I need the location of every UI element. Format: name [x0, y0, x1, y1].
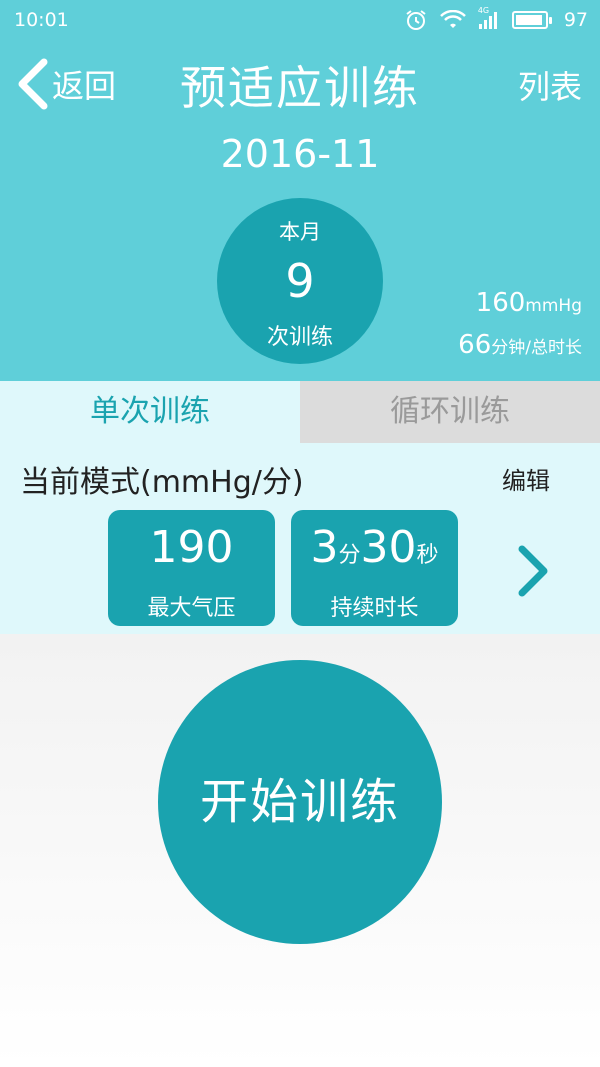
stats-panel: 160mmHg 66分钟/总时长: [458, 288, 582, 372]
pressure-unit: mmHg: [525, 296, 582, 316]
duration-card: 3分30秒 持续时长: [291, 510, 458, 626]
tab-single-training[interactable]: 单次训练: [0, 381, 300, 443]
max-pressure-value: 190: [149, 522, 234, 573]
training-tabs: 单次训练 循环训练: [0, 381, 600, 443]
battery-level: 97: [563, 9, 588, 31]
status-time: 10:01: [14, 9, 69, 31]
page-title: 预适应训练: [180, 61, 420, 115]
duration-stat: 66分钟/总时长: [458, 330, 582, 372]
duration-minutes: 3: [310, 522, 339, 573]
duration-label: 持续时长: [330, 596, 419, 621]
start-training-button[interactable]: 开始训练: [158, 660, 442, 944]
training-count: 9: [285, 254, 315, 308]
alarm-icon: [404, 8, 428, 32]
edit-button[interactable]: 编辑: [502, 461, 550, 496]
list-button[interactable]: 列表: [518, 62, 582, 108]
duration-unit: 分钟/总时长: [491, 338, 582, 358]
monthly-summary-circle: 本月 9 次训练: [217, 198, 383, 364]
minutes-unit: 分: [338, 543, 361, 568]
status-bar: 10:01 4G 97: [0, 0, 600, 40]
pressure-value: 160: [475, 288, 526, 318]
duration-value-display: 3分30秒: [291, 522, 458, 573]
mode-title: 当前模式(mmHg/分): [20, 465, 304, 500]
network-type: 4G: [477, 6, 490, 15]
seconds-unit: 秒: [416, 543, 439, 568]
summary-label: 本月: [279, 220, 321, 244]
status-icons: 4G 97: [404, 6, 588, 32]
tab-cycle-training[interactable]: 循环训练: [300, 381, 600, 443]
duration-value: 66: [458, 330, 492, 360]
battery-icon: [511, 11, 552, 29]
wifi-icon: [439, 10, 466, 30]
start-area: 开始训练: [0, 634, 600, 1067]
max-pressure-card: 190 最大气压: [108, 510, 275, 626]
duration-seconds: 30: [360, 522, 417, 573]
pressure-stat: 160mmHg: [458, 288, 582, 330]
nav-bar: 返回 预适应训练 列表: [0, 48, 600, 120]
max-pressure-label: 最大气压: [147, 596, 236, 621]
header: 10:01 4G 97 返回 预适应训练 列表 2016-11 本月 9 次训练: [0, 0, 600, 381]
current-month: 2016-11: [220, 132, 380, 176]
mode-panel: 当前模式(mmHg/分) 编辑 190 最大气压 3分30秒 持续时长: [0, 443, 600, 634]
summary-unit: 次训练: [266, 325, 333, 350]
signal-icon: 4G: [478, 6, 500, 30]
chevron-right-icon[interactable]: [514, 543, 554, 599]
